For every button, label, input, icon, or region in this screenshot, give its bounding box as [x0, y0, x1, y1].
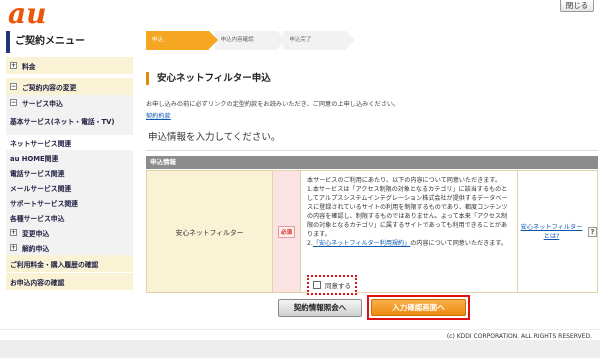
sidebar-item-net-services[interactable]: ネットサービス関連 [6, 135, 133, 150]
step-confirm: 申込内容確認 [214, 31, 286, 50]
intro-text: お申し込みの前に必ずリンクの定型約款をお読みいただき、ご同意の上申し込みください… [146, 101, 400, 108]
confirm-next-button[interactable]: 入力確認画面へ [371, 299, 466, 316]
help-cell: 安心ネットフィルターとは? ? [518, 171, 597, 292]
sidebar-item-service-apply[interactable]: − サービス申込 [6, 95, 133, 110]
minus-square-icon: − [10, 99, 17, 106]
sidebar-item-usage-history[interactable]: ご利用料金・購入履歴の確認 [6, 255, 133, 272]
sidebar-item-application-check[interactable]: お申込内容の確認 [6, 273, 133, 290]
terms-link[interactable]: 契約約款 [146, 111, 598, 120]
sidebar-title: ご契約メニュー [6, 31, 133, 53]
sidebar-item-change-apply[interactable]: + 変更申込 [6, 225, 133, 240]
terms-item-1: 1.本サービスは「アクセス制限の対象となるカテゴリ」に該当するものとしてアルプス… [307, 186, 508, 238]
sidebar-item-mail-services[interactable]: メールサービス関連 [6, 180, 133, 195]
question-icon[interactable]: ? [588, 226, 597, 237]
next-button-highlight: 入力確認画面へ [367, 295, 470, 320]
back-to-contract-button[interactable]: 契約情報照会へ [278, 299, 362, 317]
sidebar-item-phone-services[interactable]: 電話サービス関連 [6, 165, 133, 180]
step-complete: 申込完了 [283, 31, 355, 50]
sidebar-item-au-home[interactable]: au HOME関連 [6, 150, 133, 165]
terms-intro: 本サービスのご利用にあたり、以下の内容について同意いただきます。 [307, 177, 501, 184]
au-logo: au [6, 1, 78, 29]
step-apply: 申込 [146, 31, 218, 50]
main-content: 申込 申込内容確認 申込完了 安心ネットフィルター申込 お申し込みの前に必ずリン… [146, 31, 598, 169]
copyright: (c) KDDI CORPORATION. ALL RIGHTS RESERVE… [446, 333, 592, 340]
required-badge: 必須 [277, 225, 295, 238]
sidebar: ご契約メニュー + 料金 − ご契約内容の変更 − サービス申込 基本サービス(… [6, 31, 133, 304]
sidebar-item-billing[interactable]: + 料金 [6, 57, 133, 74]
sidebar-item-basic-services[interactable]: 基本サービス(ネット・電話・TV) [6, 110, 133, 135]
agree-checkbox[interactable] [313, 281, 321, 289]
sidebar-item-support-services[interactable]: サポートサービス関連 [6, 195, 133, 210]
plus-square-icon: + [10, 62, 17, 69]
section-bar: 申込情報 [146, 156, 598, 169]
terms-body: 本サービスのご利用にあたり、以下の内容について同意いただきます。 1.本サービス… [301, 171, 518, 292]
help-link[interactable]: 安心ネットフィルターとは? [518, 223, 585, 241]
sub-heading: 申込情報を入力してください。 [148, 132, 281, 143]
svg-text:au: au [8, 1, 47, 29]
close-button[interactable]: 閉じる [560, 0, 594, 12]
plus-square-icon: + [10, 229, 17, 236]
agree-checkbox-highlight[interactable]: 同意する [307, 275, 357, 295]
sidebar-item-contract-change[interactable]: − ご契約内容の変更 [6, 78, 133, 95]
plus-square-icon: + [10, 244, 17, 251]
page-title: 安心ネットフィルター申込 [146, 72, 598, 85]
agree-label: 同意する [325, 282, 351, 290]
terms-item-2: 2.「安心ネットフィルター利用規約」の内容について同意いただきます。 [307, 240, 507, 247]
filter-terms-link[interactable]: 「安心ネットフィルター利用規約」 [313, 240, 410, 247]
form-table: 安心ネットフィルター 必須 本サービスのご利用にあたり、以下の内容について同意い… [146, 170, 598, 293]
footer-bar [0, 340, 600, 358]
divider [146, 150, 598, 151]
sidebar-item-cancel-apply[interactable]: + 解約申込 [6, 240, 133, 255]
sidebar-item-other-services[interactable]: 各種サービス申込 [6, 210, 133, 225]
minus-square-icon: − [10, 83, 17, 90]
row-label: 安心ネットフィルター [147, 171, 273, 292]
progress-steps: 申込 申込内容確認 申込完了 [146, 31, 355, 50]
required-cell: 必須 [273, 171, 301, 292]
